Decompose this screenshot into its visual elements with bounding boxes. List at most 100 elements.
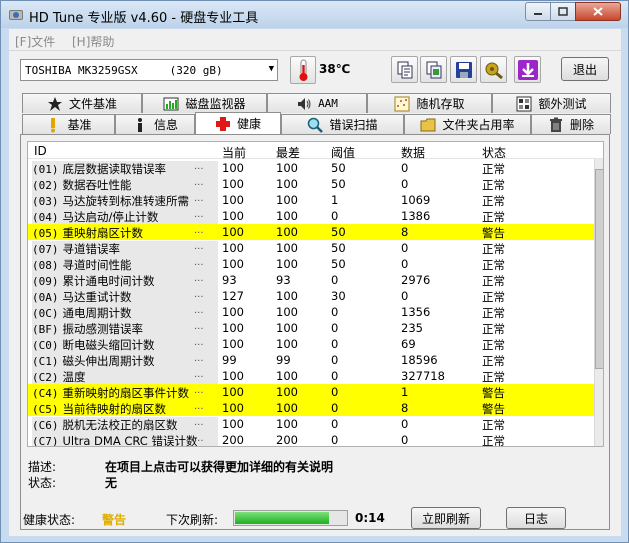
title-bar[interactable]: HD Tune 专业版 v4.60 - 硬盘专业工具 — [1, 1, 628, 28]
description-text: 在项目上点击可以获得更加详细的有关说明 — [105, 460, 334, 474]
header-status[interactable]: 状态 — [482, 144, 506, 161]
table-row[interactable]: (C5) 当前待映射的扇区数... 100 100 0 8 警告 — [28, 400, 594, 416]
cell-current: 99 — [222, 353, 237, 367]
table-row[interactable]: (02) 数据吞吐性能... 100 100 50 0 正常 — [28, 176, 594, 193]
cell-data: 0 — [401, 417, 409, 431]
ellipsis-marker: ... — [194, 273, 204, 284]
close-button[interactable] — [575, 2, 621, 21]
ellipsis-marker: ... — [194, 417, 204, 428]
tab-info[interactable]: 信息 — [115, 114, 195, 134]
cell-worst: 100 — [276, 401, 298, 415]
cell-data: 0 — [401, 177, 409, 191]
options-button[interactable] — [480, 56, 507, 83]
scrollbar-thumb[interactable] — [595, 169, 603, 369]
menu-file[interactable]: [F]文件 — [15, 33, 55, 50]
cell-current: 100 — [222, 369, 244, 383]
tab-error-scan[interactable]: 错误扫描 — [281, 114, 404, 134]
cell-worst: 100 — [276, 225, 298, 239]
cell-data: 327718 — [401, 369, 445, 383]
cell-threshold: 50 — [331, 161, 346, 175]
table-row[interactable]: (05) 重映射扇区计数... 100 100 50 8 警告 — [28, 224, 594, 240]
folder-usage-icon — [420, 118, 436, 131]
table-row[interactable]: (0C) 通电周期计数... 100 100 0 1356 正常 — [28, 304, 594, 321]
attribute-name: (C1) 磁头伸出周期计数 — [32, 353, 218, 369]
maximize-button[interactable] — [550, 2, 576, 21]
tab-random-access[interactable]: 随机存取 — [367, 93, 492, 113]
table-row[interactable]: (07) 寻道错误率... 100 100 50 0 正常 — [28, 240, 594, 257]
copy-text-button[interactable] — [391, 56, 418, 83]
tab-health[interactable]: 健康 — [195, 112, 281, 134]
table-row[interactable]: (01) 底层数据读取错误率... 100 100 50 0 正常 — [28, 160, 594, 177]
cell-data: 0 — [401, 161, 409, 175]
tab-extra-tests[interactable]: 额外测试 — [492, 93, 611, 113]
table-row[interactable]: (C6) 脱机无法校正的扇区数... 100 100 0 0 正常 — [28, 416, 594, 433]
tab-label: 健康 — [236, 117, 261, 131]
cell-data: 0 — [401, 433, 409, 447]
cell-current: 100 — [222, 305, 244, 319]
ellipsis-marker: ... — [194, 321, 204, 332]
tab-benchmark[interactable]: 基准 — [22, 114, 115, 134]
error-scan-icon — [308, 117, 324, 133]
table-row[interactable]: (03) 马达旋转到标准转速所需... 100 100 1 1069 正常 — [28, 192, 594, 209]
cell-worst: 100 — [276, 209, 298, 223]
copy-screen-button[interactable] — [420, 56, 447, 83]
table-row[interactable]: (04) 马达启动/停止计数... 100 100 0 1386 正常 — [28, 208, 594, 225]
table-row[interactable]: (C1) 磁头伸出周期计数... 99 99 0 18596 正常 — [28, 352, 594, 369]
header-current[interactable]: 当前 — [222, 144, 246, 161]
minimize-button[interactable] — [525, 2, 551, 21]
tab-folder-usage[interactable]: 文件夹占用率 — [404, 114, 531, 134]
tab-disk-monitor[interactable]: 磁盘监视器 — [142, 93, 267, 113]
table-row[interactable]: (BF) 振动感测错误率... 100 100 0 235 正常 — [28, 320, 594, 337]
table-row[interactable]: (08) 寻道时间性能... 100 100 50 0 正常 — [28, 256, 594, 273]
cell-status: 正常 — [482, 306, 505, 320]
table-row[interactable]: (0A) 马达重试计数... 127 100 30 0 正常 — [28, 288, 594, 305]
attribute-id: (0C) — [32, 307, 59, 320]
log-button[interactable]: 日志 — [506, 507, 566, 529]
cell-data: 8 — [401, 225, 409, 239]
cell-threshold: 0 — [331, 369, 339, 383]
save-button[interactable] — [450, 56, 477, 83]
ellipsis-marker: ... — [194, 369, 204, 380]
attribute-label: 累计通电时间计数 — [62, 274, 155, 288]
ellipsis-marker: ... — [194, 193, 204, 204]
attribute-name: (BF) 振动感测错误率 — [32, 321, 218, 337]
cell-worst: 100 — [276, 321, 298, 335]
header-data[interactable]: 数据 — [401, 144, 425, 161]
header-worst[interactable]: 最差 — [276, 144, 300, 161]
tab-label: 额外测试 — [538, 97, 587, 111]
table-row[interactable]: (C4) 重新映射的扇区事件计数... 100 100 0 1 警告 — [28, 384, 594, 400]
header-id[interactable]: ID — [34, 144, 47, 158]
table-row[interactable]: (09) 累计通电时间计数... 93 93 0 2976 正常 — [28, 272, 594, 289]
refresh-now-button[interactable]: 立即刷新 — [411, 507, 481, 529]
download-button[interactable] — [514, 56, 541, 83]
menu-help[interactable]: [H]帮助 — [72, 33, 114, 50]
speaker-icon — [298, 97, 311, 110]
cell-status: 正常 — [482, 354, 505, 368]
description-label: 描述: — [28, 460, 57, 474]
cell-data: 0 — [401, 241, 409, 255]
cell-status: 正常 — [482, 194, 505, 208]
ellipsis-marker: ... — [194, 289, 204, 300]
cell-worst: 100 — [276, 257, 298, 271]
header-threshold[interactable]: 阈值 — [331, 144, 355, 161]
thermometer-button — [290, 56, 316, 84]
cell-worst: 99 — [276, 353, 291, 367]
drive-select[interactable]: TOSHIBA MK3259GSX (320 gB) ▼ — [20, 59, 278, 81]
attribute-label: 重新映射的扇区事件计数 — [62, 386, 190, 400]
tab-erase[interactable]: 删除 — [531, 114, 611, 134]
tab-file-benchmark[interactable]: 文件基准 — [22, 93, 142, 113]
cell-worst: 100 — [276, 177, 298, 191]
attribute-id: (C5) — [32, 403, 59, 416]
cell-threshold: 50 — [331, 241, 346, 255]
attribute-name: (05) 重映射扇区计数 — [32, 225, 218, 241]
table-row[interactable]: (C0) 断电磁头缩回计数... 100 100 0 69 正常 — [28, 336, 594, 353]
vertical-scrollbar[interactable] — [594, 159, 603, 446]
table-row[interactable]: (C2) 温度... 100 100 0 327718 正常 — [28, 368, 594, 385]
exit-button[interactable]: 退出 — [561, 57, 609, 81]
file-benchmark-icon — [47, 96, 62, 111]
table-row[interactable]: (C7) Ultra DMA CRC 错误计数... 200 200 0 0 正常 — [28, 432, 594, 447]
tab-aam[interactable]: AAM — [267, 93, 367, 113]
cell-status: 正常 — [482, 274, 505, 288]
ellipsis-marker: ... — [194, 385, 204, 396]
refresh-progress-fill — [235, 512, 329, 524]
